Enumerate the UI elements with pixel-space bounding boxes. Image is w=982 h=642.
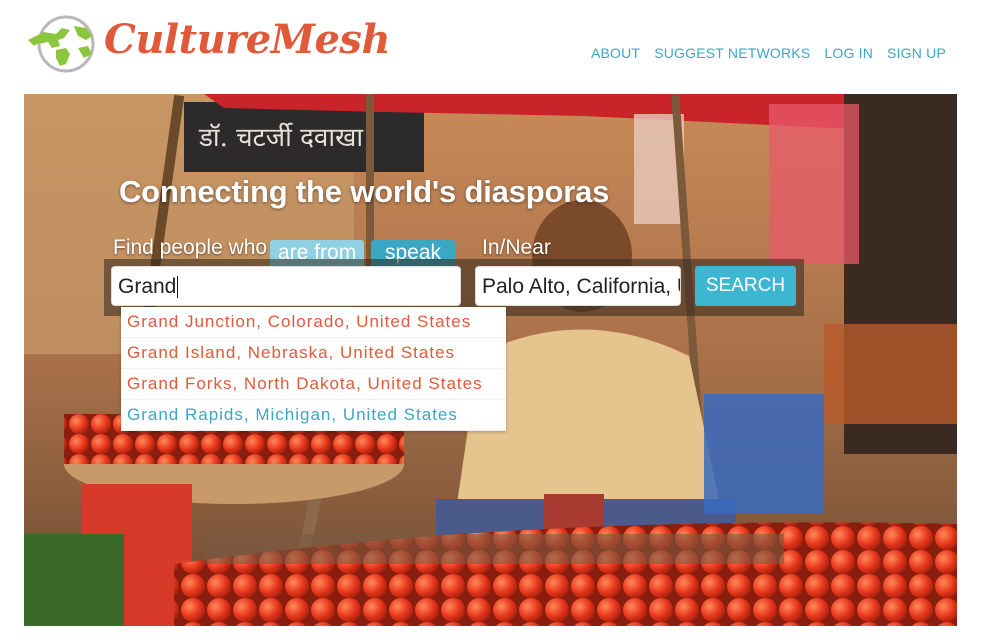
- search-input[interactable]: Grand: [111, 266, 461, 306]
- globe-icon: [28, 15, 95, 73]
- text-caret: [177, 276, 179, 299]
- search-button[interactable]: SEARCH: [695, 266, 796, 306]
- autocomplete-dropdown: Grand Junction, Colorado, United States …: [121, 307, 506, 431]
- location-input-value: Palo Alto, California, U: [482, 275, 681, 298]
- autocomplete-option[interactable]: Grand Junction, Colorado, United States: [121, 307, 506, 338]
- find-people-label: Find people who: [113, 236, 268, 259]
- brand-logo[interactable]: CultureMesh: [104, 16, 391, 63]
- nav-sign-up[interactable]: SIGN UP: [887, 45, 946, 61]
- location-input[interactable]: Palo Alto, California, U: [475, 266, 681, 306]
- search-input-value: Grand: [118, 275, 177, 298]
- svg-text:डॉ. चटर्जी दवाखा: डॉ. चटर्जी दवाखा: [198, 122, 364, 153]
- autocomplete-option-highlighted[interactable]: Grand Rapids, Michigan, United States: [121, 400, 506, 431]
- top-nav: ABOUT SUGGEST NETWORKS LOG IN SIGN UP: [591, 45, 946, 61]
- hero-section: डॉ. चटर्जी दवाखा Connecting the world's …: [24, 94, 957, 626]
- nav-about[interactable]: ABOUT: [591, 45, 640, 61]
- nav-suggest-networks[interactable]: SUGGEST NETWORKS: [654, 45, 810, 61]
- nav-log-in[interactable]: LOG IN: [824, 45, 873, 61]
- hero-headline: Connecting the world's diasporas: [119, 174, 610, 209]
- autocomplete-option[interactable]: Grand Forks, North Dakota, United States: [121, 369, 506, 400]
- in-near-label: In/Near: [482, 236, 551, 259]
- autocomplete-option[interactable]: Grand Island, Nebraska, United States: [121, 338, 506, 369]
